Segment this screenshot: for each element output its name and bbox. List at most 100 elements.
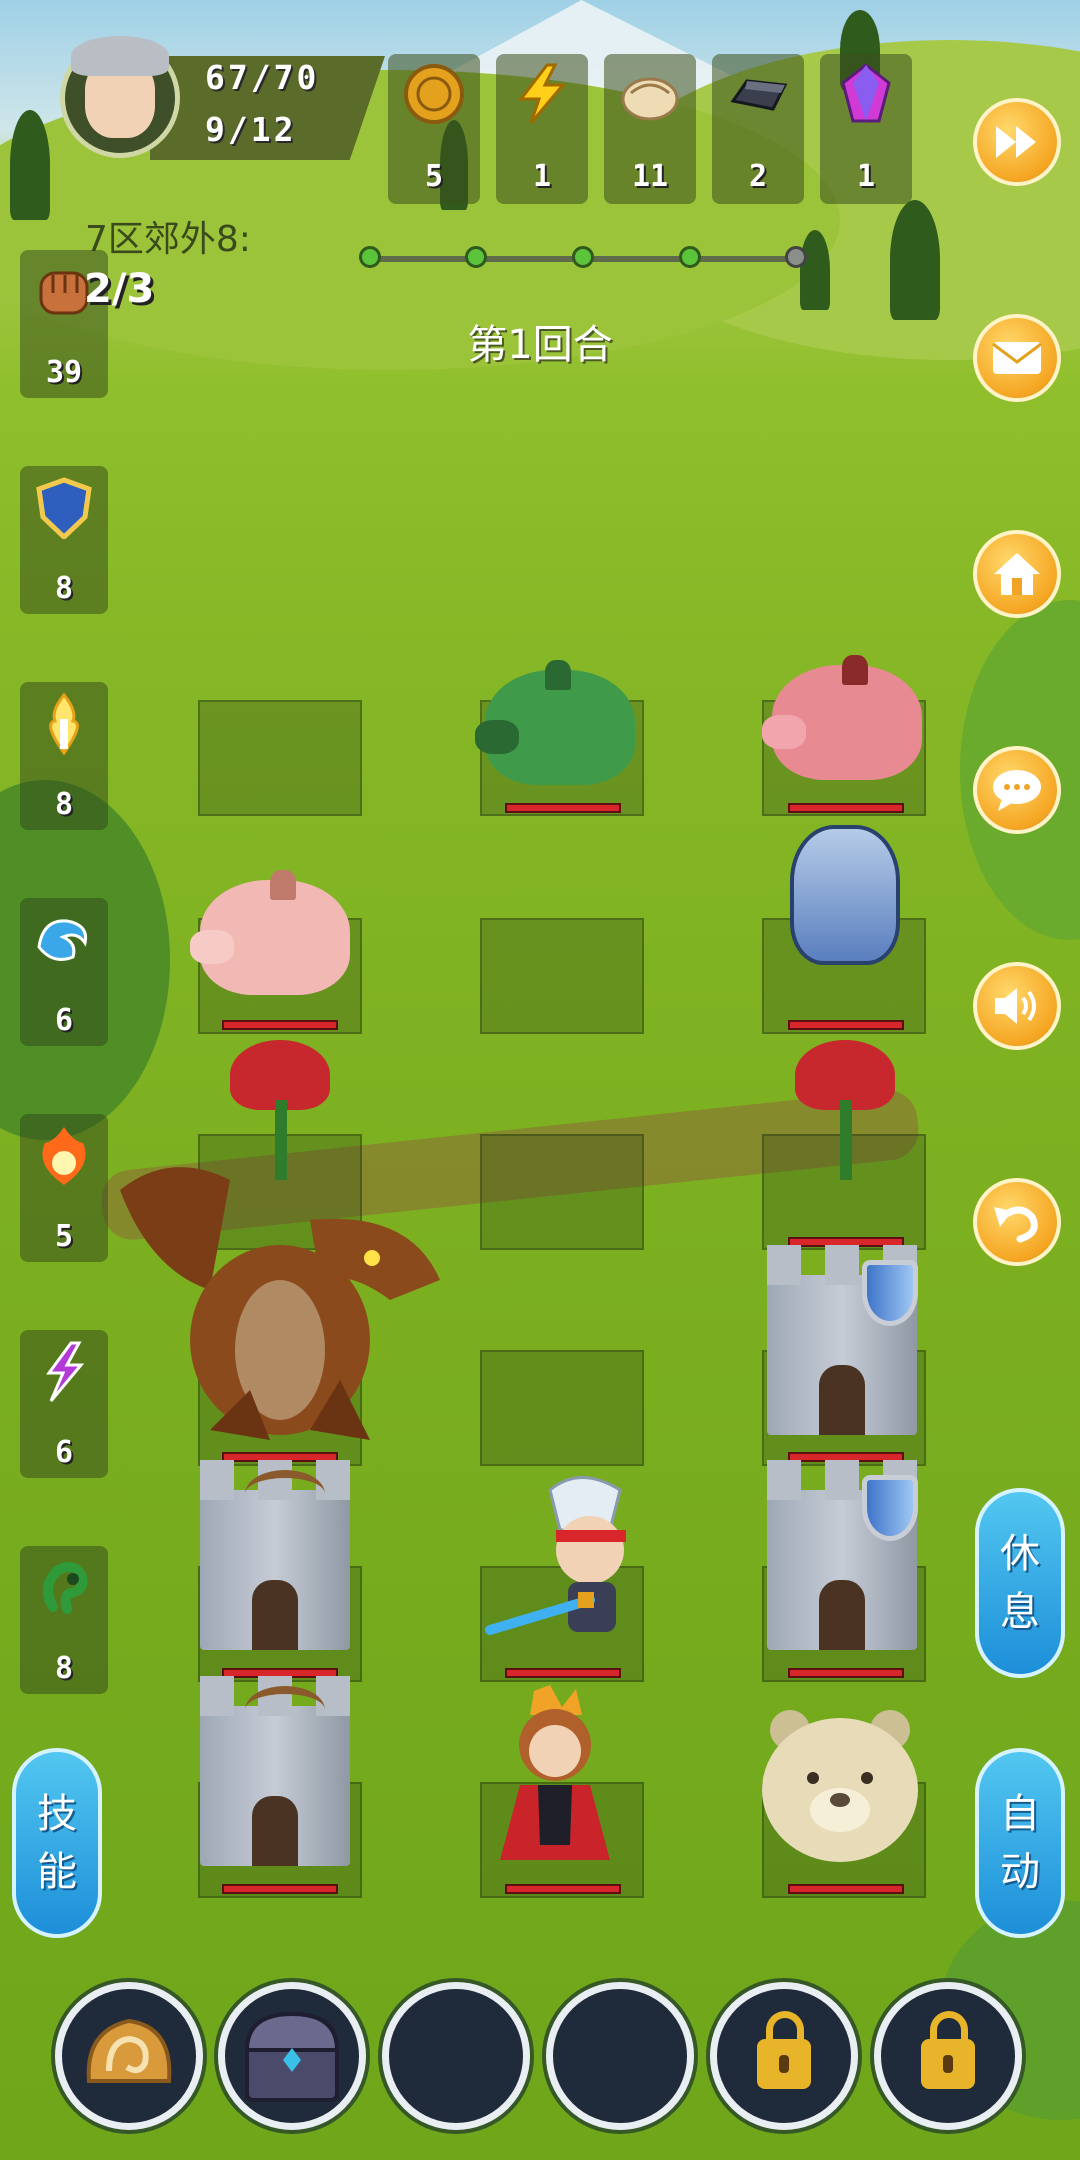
mail-icon <box>992 342 1042 374</box>
item-slot-locked[interactable] <box>874 1982 1022 2130</box>
water-skill-icon <box>32 908 96 972</box>
enemy-dragon[interactable] <box>110 1150 450 1450</box>
skill-label-1: 技 <box>37 1791 77 1837</box>
treasure-chest-icon <box>244 2011 340 2102</box>
player-stamina: 9/12 <box>205 110 297 149</box>
skill-water[interactable]: 6 <box>20 898 108 1046</box>
item-slot-empty[interactable] <box>382 1982 530 2130</box>
background-tree <box>800 230 830 310</box>
resource-crystal[interactable]: 1 <box>820 54 912 204</box>
stage-progress <box>359 246 807 268</box>
unit-hp-bar <box>788 1884 904 1894</box>
battle-screen: 67/70 9/12 5 1 11 2 1 7区郊外8: 第1回合 39 2/3… <box>0 0 1080 2160</box>
hero-hp-bar <box>505 1884 621 1894</box>
lightning-count: 1 <box>532 159 552 194</box>
player-hp: 67/70 <box>205 58 320 97</box>
shield-tower[interactable] <box>757 1245 927 1435</box>
progress-dot <box>359 246 381 268</box>
item-slot-chest[interactable] <box>218 1982 366 2130</box>
player-avatar[interactable] <box>60 36 180 158</box>
resource-dumpling[interactable]: 11 <box>604 54 696 204</box>
skill-poison[interactable]: 8 <box>20 1546 108 1694</box>
hero-hp-bar <box>505 1668 621 1678</box>
skill-value: 8 <box>54 1651 74 1686</box>
enemy-hp-bar <box>505 803 621 813</box>
item-slot-empty[interactable] <box>546 1982 694 2130</box>
rest-label-1: 休 <box>1000 1531 1040 1577</box>
fast-forward-icon <box>996 126 1036 158</box>
home-icon <box>994 553 1040 595</box>
fast-forward-button[interactable] <box>973 98 1061 186</box>
enemy-hp-bar <box>788 1020 904 1030</box>
skill-holy-sword[interactable]: 8 <box>20 682 108 830</box>
fist-count: 2/3 <box>84 266 155 312</box>
sound-icon <box>995 988 1036 1024</box>
undo-icon <box>994 1206 1038 1243</box>
rest-button[interactable]: 休 息 <box>975 1488 1065 1678</box>
resource-coin[interactable]: 5 <box>388 54 480 204</box>
crystal-icon <box>834 62 898 126</box>
progress-dot <box>679 246 701 268</box>
progress-dot-pending <box>785 246 807 268</box>
hero-princess[interactable] <box>490 1685 620 1865</box>
skill-value: 6 <box>54 1435 74 1470</box>
hero-swordsman[interactable] <box>480 1470 660 1660</box>
enemy-hp-bar <box>222 1020 338 1030</box>
coin-icon <box>402 62 466 126</box>
coin-count: 5 <box>424 159 444 194</box>
item-slot-bread[interactable] <box>55 1982 203 2130</box>
avatar-face-icon <box>71 36 169 138</box>
rest-label-2: 息 <box>1000 1589 1040 1635</box>
skill-shield[interactable]: 8 <box>20 466 108 614</box>
auto-label-2: 动 <box>1000 1849 1040 1895</box>
skill-label-2: 能 <box>37 1849 77 1895</box>
skill-fire[interactable]: 5 <box>20 1114 108 1262</box>
enemy-green-boar[interactable] <box>475 660 635 785</box>
pet-bear[interactable] <box>755 1700 925 1870</box>
background-tree <box>10 110 50 220</box>
lightning-skill-icon <box>32 1340 96 1404</box>
sound-button[interactable] <box>973 962 1061 1050</box>
unit-hp-bar <box>788 1668 904 1678</box>
item-slot-locked[interactable] <box>710 1982 858 2130</box>
chat-icon <box>993 770 1041 811</box>
enemy-ice-skull[interactable] <box>790 825 900 965</box>
iron-ingot-icon <box>726 62 790 126</box>
shield-tower[interactable] <box>757 1460 927 1650</box>
resource-lightning[interactable]: 1 <box>496 54 588 204</box>
fist-value: 39 <box>45 355 83 390</box>
chat-button[interactable] <box>973 746 1061 834</box>
enemy-red-boar[interactable] <box>762 655 922 780</box>
lightning-icon <box>510 62 574 126</box>
iron-count: 2 <box>748 159 768 194</box>
dumpling-icon <box>618 62 682 126</box>
mail-button[interactable] <box>973 314 1061 402</box>
resource-iron[interactable]: 2 <box>712 54 804 204</box>
shield-icon <box>862 1260 918 1326</box>
grid-tile[interactable] <box>198 700 362 816</box>
fire-skill-icon <box>32 1124 96 1188</box>
archer-tower[interactable] <box>190 1676 360 1866</box>
home-button[interactable] <box>973 530 1061 618</box>
shield-icon <box>862 1475 918 1541</box>
archer-tower[interactable] <box>190 1460 360 1650</box>
auto-button[interactable]: 自 动 <box>975 1748 1065 1938</box>
background-tree <box>890 200 940 320</box>
round-label: 第1回合 <box>467 322 613 368</box>
bow-icon <box>245 1686 325 1734</box>
skill-button[interactable]: 技 能 <box>12 1748 102 1938</box>
enemy-hp-bar <box>788 803 904 813</box>
crystal-count: 1 <box>856 159 876 194</box>
shield-skill-icon <box>32 476 96 540</box>
enemy-pink-boar[interactable] <box>190 870 350 995</box>
undo-button[interactable] <box>973 1178 1061 1266</box>
enemy-piranha-plant[interactable] <box>785 1040 905 1190</box>
auto-label-1: 自 <box>1000 1791 1040 1837</box>
progress-dot <box>572 246 594 268</box>
grid-tile[interactable] <box>480 1350 644 1466</box>
skill-lightning[interactable]: 6 <box>20 1330 108 1478</box>
grid-tile[interactable] <box>480 918 644 1034</box>
lock-icon <box>921 2011 975 2089</box>
grid-tile[interactable] <box>480 1134 644 1250</box>
stage-name: 7区郊外8: <box>85 219 251 260</box>
